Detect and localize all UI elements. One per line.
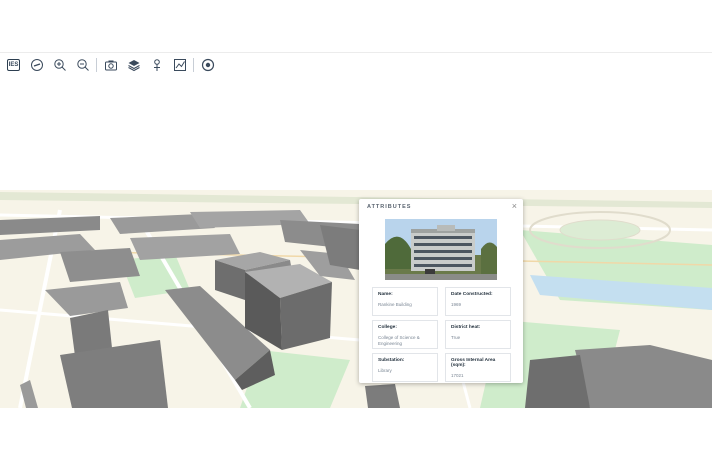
attribute-label: Gross Internal Area (sqm): (451, 358, 496, 368)
pin-button[interactable] (149, 57, 165, 73)
map-toolbar: IES (2, 56, 219, 74)
chart-icon (173, 59, 186, 71)
attribute-value: True (451, 335, 461, 340)
attributes-grid: Name: Rankine Building Date Constructed:… (372, 287, 511, 382)
layers-icon (127, 60, 140, 72)
toolbar-divider (193, 58, 194, 72)
attribute-label: District heat: (451, 325, 481, 330)
zoom-in-button[interactable] (52, 57, 68, 73)
building-photo (385, 219, 497, 280)
zoom-in-icon (53, 59, 66, 71)
attribute-value: Library (378, 368, 392, 373)
toolbar-divider (96, 58, 97, 72)
ies-logo-button[interactable]: IES (6, 57, 22, 73)
attribute-date-constructed: Date Constructed: 1969 (445, 287, 511, 316)
attribute-value: 1969 (451, 302, 462, 307)
attribute-label: Date Constructed: (451, 292, 493, 297)
close-button[interactable]: × (512, 201, 517, 211)
camera-icon (104, 60, 117, 71)
popup-title: ATTRIBUTES (367, 204, 412, 210)
ies-logo-text: IES (6, 59, 21, 71)
attribute-value: 17021 (451, 373, 464, 378)
chart-button[interactable] (172, 57, 188, 73)
attribute-college: College: College of Science & Engineerin… (372, 320, 438, 349)
attribute-substation: Substation: Library (372, 353, 438, 382)
attribute-label: College: (378, 325, 397, 330)
pin-icon (153, 59, 160, 71)
screenshot-button[interactable] (103, 57, 119, 73)
top-header-bar (0, 0, 712, 53)
attribute-district-heat: District heat: True (445, 320, 511, 349)
attribute-gross-internal-area: Gross Internal Area (sqm): 17021 (445, 353, 511, 382)
settings-icon (201, 58, 214, 72)
building-photo-image (385, 219, 497, 280)
compass-icon (30, 59, 43, 71)
attribute-name: Name: Rankine Building (372, 287, 438, 316)
attribute-label: Name: (378, 292, 393, 297)
attribute-value: Rankine Building (378, 302, 412, 307)
zoom-out-button[interactable] (75, 57, 91, 73)
3d-map-view[interactable] (0, 190, 712, 408)
attribute-value: College of Science & Engineering (378, 335, 420, 346)
compass-button[interactable] (29, 57, 45, 73)
layers-button[interactable] (126, 57, 142, 73)
settings-button[interactable] (200, 57, 216, 73)
city-3d-scene[interactable] (0, 190, 712, 408)
zoom-out-icon (76, 59, 89, 71)
attribute-label: Substation: (378, 358, 405, 363)
attributes-popup: ATTRIBUTES × Name: Rankine Building Date… (359, 199, 523, 383)
